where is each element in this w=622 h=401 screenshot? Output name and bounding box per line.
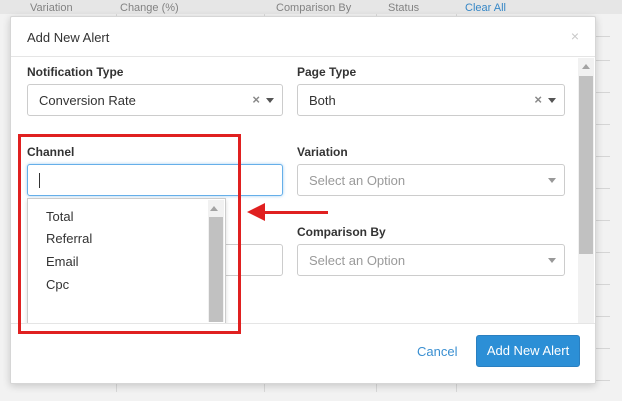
chevron-down-icon[interactable] (266, 98, 274, 103)
variation-select[interactable]: Select an Option (297, 164, 565, 196)
add-new-alert-button[interactable]: Add New Alert (476, 335, 580, 367)
variation-placeholder: Select an Option (309, 173, 406, 188)
arrow-left-icon (247, 203, 265, 221)
annotation-arrow-shaft (263, 211, 328, 214)
cancel-button[interactable]: Cancel (417, 344, 457, 359)
chevron-down-icon[interactable] (548, 258, 556, 263)
modal-header: Add New Alert × (11, 17, 595, 57)
notification-type-label: Notification Type (27, 65, 124, 79)
notification-type-select[interactable]: Conversion Rate × (27, 84, 283, 116)
scroll-up-icon[interactable] (582, 64, 590, 69)
page-type-value: Both (309, 93, 336, 108)
annotation-highlight-box (18, 134, 241, 334)
close-icon[interactable]: × (571, 28, 579, 44)
modal-scroll-thumb[interactable] (579, 76, 593, 254)
page-type-label: Page Type (297, 65, 357, 79)
chevron-down-icon[interactable] (548, 178, 556, 183)
comparison-by-placeholder: Select an Option (309, 253, 406, 268)
notification-type-value: Conversion Rate (39, 93, 136, 108)
comparison-by-label: Comparison By (297, 225, 386, 239)
clear-icon[interactable]: × (534, 92, 542, 107)
variation-label: Variation (297, 145, 348, 159)
page-type-select[interactable]: Both × (297, 84, 565, 116)
modal-scrollbar[interactable] (578, 58, 594, 339)
modal-title: Add New Alert (27, 30, 110, 45)
clear-icon[interactable]: × (252, 92, 260, 107)
chevron-down-icon[interactable] (548, 98, 556, 103)
comparison-by-select[interactable]: Select an Option (297, 244, 565, 276)
